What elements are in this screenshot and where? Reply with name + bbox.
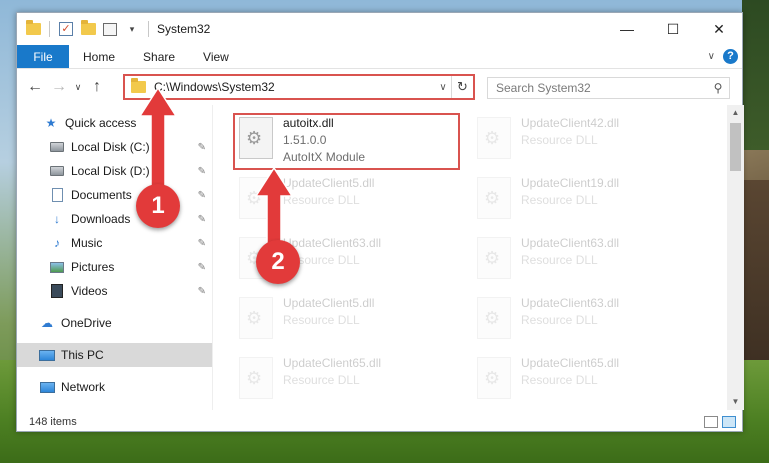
arrow-1 xyxy=(138,86,178,189)
step-badge-2: 2 xyxy=(256,240,300,284)
step-badge-1: 1 xyxy=(136,184,180,228)
annotation-arrows xyxy=(138,86,294,245)
arrow-2 xyxy=(254,166,294,245)
